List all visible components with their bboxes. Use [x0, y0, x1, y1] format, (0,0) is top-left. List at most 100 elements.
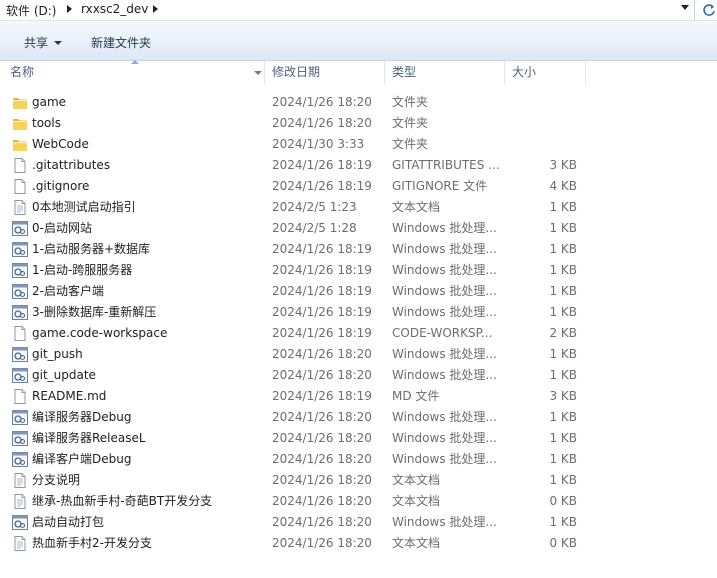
column-header-name[interactable]: 名称	[0, 60, 265, 84]
file-modified-date: 2024/2/5 1:28	[272, 221, 357, 235]
file-modified-date: 2024/1/26 18:20	[272, 473, 372, 487]
column-header-date-label: 修改日期	[272, 65, 321, 79]
file-row[interactable]: game.code-workspace 2024/1/26 18:19 CODE-W…	[0, 323, 717, 344]
file-modified-date: 2024/1/26 18:19	[272, 179, 372, 193]
file-row[interactable]: git_push 2024/1/26 18:20 Windows 批处理... 1 K…	[0, 344, 717, 365]
breadcrumb-folder[interactable]: rxxsc2_dev	[81, 2, 148, 16]
file-row[interactable]: 0本地测试启动指引 2024/2/5 1:23 文本文档 1 KB	[0, 197, 717, 218]
file-row[interactable]: 2-启动客户端 2024/1/26 18:19 Windows 批处理... 1 KB	[0, 281, 717, 302]
file-modified-date: 2024/1/26 18:20	[272, 95, 372, 109]
file-name[interactable]: 2-启动客户端	[32, 284, 104, 299]
file-name[interactable]: .gitattributes	[32, 158, 110, 173]
file-size: 1 KB	[549, 284, 577, 298]
file-name[interactable]: 继承-热血新手村-奇葩BT开发分支	[32, 494, 212, 509]
file-name[interactable]: .gitignore	[32, 179, 89, 194]
text-file-icon	[12, 200, 28, 215]
file-size: 4 KB	[549, 179, 577, 193]
file-row[interactable]: 1-启动-跨服服务器 2024/1/26 18:19 Windows 批处理... 1…	[0, 260, 717, 281]
file-name[interactable]: 热血新手村2-开发分支	[32, 536, 152, 551]
file-row[interactable]: git_update 2024/1/26 18:20 Windows 批处理... 1…	[0, 365, 717, 386]
file-row[interactable]: 编译服务器ReleaseL 2024/1/26 18:20 Windows 批处理.…	[0, 428, 717, 449]
file-size: 1 KB	[549, 305, 577, 319]
address-history-dropdown-icon[interactable]	[681, 5, 689, 10]
folder-icon	[12, 137, 28, 152]
file-icon	[12, 326, 28, 341]
share-button-label: 共享	[24, 36, 49, 50]
address-bar[interactable]: 软件 (D:) rxxsc2_dev	[0, 0, 717, 21]
file-type: 文件夹	[392, 116, 429, 130]
file-size: 1 KB	[549, 452, 577, 466]
file-size: 1 KB	[549, 410, 577, 424]
file-modified-date: 2024/2/5 1:23	[272, 200, 357, 214]
file-modified-date: 2024/1/26 18:20	[272, 410, 372, 424]
batch-file-icon	[12, 221, 28, 236]
file-name[interactable]: 0-启动网站	[32, 221, 92, 236]
file-row[interactable]: 编译服务器Debug 2024/1/26 18:20 Windows 批处理... 1…	[0, 407, 717, 428]
column-header-size-label: 大小	[512, 65, 537, 79]
breadcrumb-separator-icon[interactable]	[67, 5, 72, 13]
column-filter-dropdown-icon[interactable]	[254, 71, 262, 75]
file-row[interactable]: 3-删除数据库-重新解压 2024/1/26 18:19 Windows 批处理..…	[0, 302, 717, 323]
sort-ascending-icon	[131, 60, 139, 64]
file-modified-date: 2024/1/26 18:20	[272, 536, 372, 550]
column-header-type-label: 类型	[392, 65, 417, 79]
file-size: 1 KB	[549, 431, 577, 445]
file-name[interactable]: 分支说明	[32, 473, 80, 488]
file-name[interactable]: 编译服务器ReleaseL	[32, 431, 146, 446]
refresh-icon[interactable]	[702, 3, 717, 17]
column-header-size[interactable]: 大小	[505, 61, 586, 84]
file-row[interactable]: .gitignore 2024/1/26 18:19 GITIGNORE 文件 4 K…	[0, 176, 717, 197]
file-size: 1 KB	[549, 242, 577, 256]
new-folder-button[interactable]: 新建文件夹	[91, 34, 151, 51]
chevron-down-icon	[54, 41, 63, 45]
file-name[interactable]: 编译客户端Debug	[32, 452, 131, 467]
breadcrumb-drive[interactable]: 软件 (D:)	[6, 2, 56, 19]
file-size: 0 KB	[549, 536, 577, 550]
file-type: 文件夹	[392, 95, 429, 109]
column-header-type[interactable]: 类型	[385, 61, 505, 84]
column-header-date[interactable]: 修改日期	[265, 61, 385, 84]
file-size: 1 KB	[549, 473, 577, 487]
file-type: 文本文档	[392, 494, 441, 508]
file-row[interactable]: 0-启动网站 2024/2/5 1:28 Windows 批处理... 1 KB	[0, 218, 717, 239]
file-type: Windows 批处理...	[392, 368, 497, 382]
batch-file-icon	[12, 263, 28, 278]
file-modified-date: 2024/1/26 18:19	[272, 305, 372, 319]
file-row[interactable]: 继承-热血新手村-奇葩BT开发分支 2024/1/26 18:20 文本文档 0 KB	[0, 491, 717, 512]
file-type: Windows 批处理...	[392, 221, 497, 235]
file-name[interactable]: game	[32, 95, 66, 110]
file-row[interactable]: README.md 2024/1/26 18:19 MD 文件 3 KB	[0, 386, 717, 407]
file-row[interactable]: tools 2024/1/26 18:20 文件夹	[0, 113, 717, 134]
command-toolbar: 共享 新建文件夹	[0, 21, 717, 61]
file-row[interactable]: WebCode 2024/1/30 3:33 文件夹	[0, 134, 717, 155]
file-row[interactable]: 热血新手村2-开发分支 2024/1/26 18:20 文本文档 0 KB	[0, 533, 717, 554]
file-row[interactable]: 分支说明 2024/1/26 18:20 文本文档 1 KB	[0, 470, 717, 491]
file-modified-date: 2024/1/26 18:19	[272, 263, 372, 277]
file-type: CODE-WORKSP...	[392, 326, 493, 340]
file-type: 文件夹	[392, 137, 429, 151]
file-name[interactable]: tools	[32, 116, 61, 131]
file-name[interactable]: 0本地测试启动指引	[32, 200, 136, 215]
file-modified-date: 2024/1/26 18:20	[272, 494, 372, 508]
file-row[interactable]: 1-启动服务器+数据库 2024/1/26 18:19 Windows 批处理...…	[0, 239, 717, 260]
share-button[interactable]: 共享	[24, 34, 63, 51]
column-header-row: 名称 修改日期 类型 大小	[0, 60, 717, 84]
file-name[interactable]: 启动自动打包	[32, 515, 104, 530]
file-name[interactable]: 3-删除数据库-重新解压	[32, 305, 156, 320]
file-name[interactable]: git_update	[32, 368, 96, 383]
file-row[interactable]: 启动自动打包 2024/1/26 18:20 Windows 批处理... 1 KB	[0, 512, 717, 533]
file-name[interactable]: game.code-workspace	[32, 326, 167, 341]
file-name[interactable]: 1-启动服务器+数据库	[32, 242, 150, 257]
file-type: 文本文档	[392, 473, 441, 487]
file-name[interactable]: WebCode	[32, 137, 89, 152]
file-type: Windows 批处理...	[392, 284, 497, 298]
file-row[interactable]: game 2024/1/26 18:20 文件夹	[0, 92, 717, 113]
file-row[interactable]: 编译客户端Debug 2024/1/26 18:20 Windows 批处理... 1…	[0, 449, 717, 470]
file-row[interactable]: .gitattributes 2024/1/26 18:19 GITATTRIBUT…	[0, 155, 717, 176]
file-modified-date: 2024/1/26 18:20	[272, 116, 372, 130]
file-name[interactable]: 编译服务器Debug	[32, 410, 131, 425]
file-name[interactable]: 1-启动-跨服服务器	[32, 263, 132, 278]
breadcrumb-separator-icon[interactable]	[153, 5, 158, 13]
file-name[interactable]: git_push	[32, 347, 83, 362]
file-name[interactable]: README.md	[32, 389, 106, 404]
